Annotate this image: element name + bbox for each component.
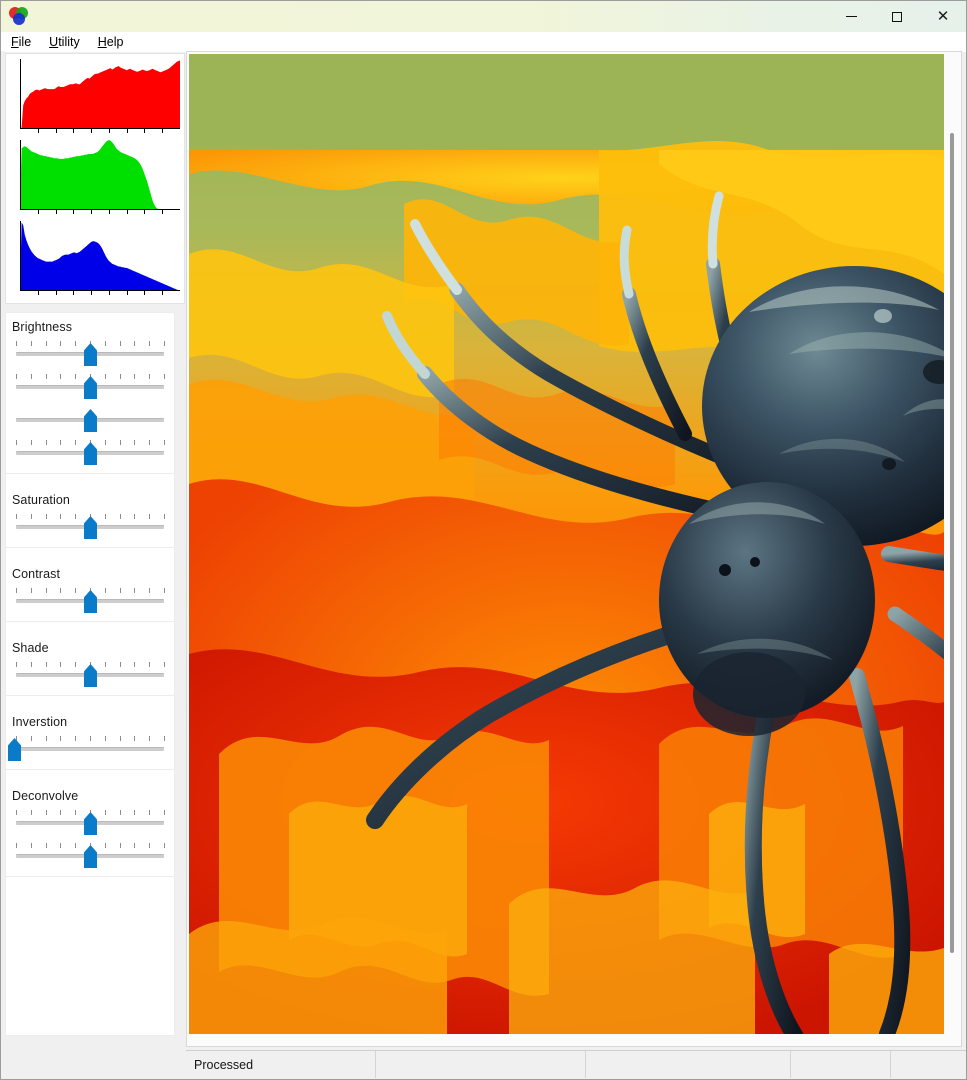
slider-thumb[interactable] [84,343,97,366]
menu-item-file[interactable]: File [9,34,40,50]
slider-thumb[interactable] [84,442,97,465]
histogram-x-ticks [20,210,180,216]
histogram-green [12,138,182,218]
group-label-contrast: Contrast [12,567,61,581]
control-group-brightness: Brightness [6,313,174,486]
menu-mnemonic: H [97,35,107,49]
image-view [186,51,962,1047]
rgb-histogram-panel [5,53,185,304]
menu-label: elp [106,35,124,49]
histogram-x-ticks [20,291,180,297]
histogram-plot-green [20,140,180,210]
menu-item-help[interactable]: Help [96,34,133,50]
status-bar: Processed [186,1050,966,1078]
control-group-saturation: Saturation [6,486,174,560]
slider-thumb[interactable] [84,664,97,687]
menu-item-utility[interactable]: Utility [47,34,89,50]
slider-shade-1[interactable] [14,657,166,690]
slider-thumb[interactable] [84,590,97,613]
control-group-shade: Shade [6,634,174,708]
slider-inverstion-1[interactable] [8,731,166,764]
group-label-brightness: Brightness [12,320,73,334]
slider-thumb[interactable] [84,516,97,539]
slider-brightness-1[interactable] [14,336,166,369]
minimize-button[interactable] [828,1,874,32]
histogram-plot-blue [20,222,180,291]
group-gap [6,474,174,486]
slider-ticks [16,736,165,741]
histogram-plot-red [20,60,180,129]
group-gap [6,770,174,782]
image-vertical-scrollbar[interactable] [944,53,960,1045]
menu-label: ile [18,35,32,49]
title-bar: ✕ [1,1,966,32]
application-window: ✕ File Utility Help Brightness Saturation… [0,0,967,1080]
control-group-deconvolve: Deconvolve [6,782,174,889]
group-label-saturation: Saturation [12,493,70,507]
slider-thumb[interactable] [84,409,97,432]
slider-contrast-1[interactable] [14,583,166,616]
image-canvas[interactable] [189,54,944,1034]
group-gap [6,548,174,560]
histogram-y-axis [20,140,21,210]
group-label-deconvolve: Deconvolve [12,789,79,803]
slider-thumb[interactable] [84,845,97,868]
slider-brightness-4[interactable] [14,435,166,468]
slider-deconvolve-1[interactable] [14,805,166,838]
status-cell-3 [586,1051,791,1078]
slider-brightness-2[interactable] [14,369,166,402]
vertical-scrollbar-thumb[interactable] [950,133,954,953]
maximize-button[interactable] [874,1,920,32]
histogram-y-axis [20,59,21,129]
group-label-shade: Shade [12,641,49,655]
group-gap [6,877,174,889]
processed-photo [189,54,944,1034]
menu-mnemonic: U [49,35,59,49]
status-cell-4 [791,1051,891,1078]
close-icon: ✕ [936,7,950,25]
menu-label: tility [58,35,80,49]
rgb-venn-app-icon [9,6,29,27]
slider-track[interactable] [16,747,164,751]
close-button[interactable]: ✕ [920,1,966,32]
window-controls: ✕ [828,1,966,32]
adjustment-controls-panel: Brightness Saturation Contrast Shade Inverst… [5,312,175,1036]
slider-thumb[interactable] [84,812,97,835]
menu-mnemonic: F [11,35,19,49]
slider-saturation-1[interactable] [14,509,166,542]
menu-bar: File Utility Help [1,32,966,52]
status-cell-2 [376,1051,586,1078]
slider-deconvolve-2[interactable] [14,838,166,871]
histogram-x-ticks [20,129,180,135]
status-cell-5 [891,1051,966,1078]
group-gap [6,622,174,634]
slider-brightness-3[interactable] [14,402,166,435]
histogram-red [12,57,182,137]
group-gap [6,696,174,708]
slider-thumb[interactable] [84,376,97,399]
histogram-blue [12,219,182,299]
control-group-inverstion: Inverstion [6,708,174,782]
slider-thumb[interactable] [8,738,21,761]
status-processed: Processed [186,1051,376,1078]
group-label-inverstion: Inverstion [12,715,68,729]
control-group-contrast: Contrast [6,560,174,634]
histogram-y-axis [20,221,21,291]
